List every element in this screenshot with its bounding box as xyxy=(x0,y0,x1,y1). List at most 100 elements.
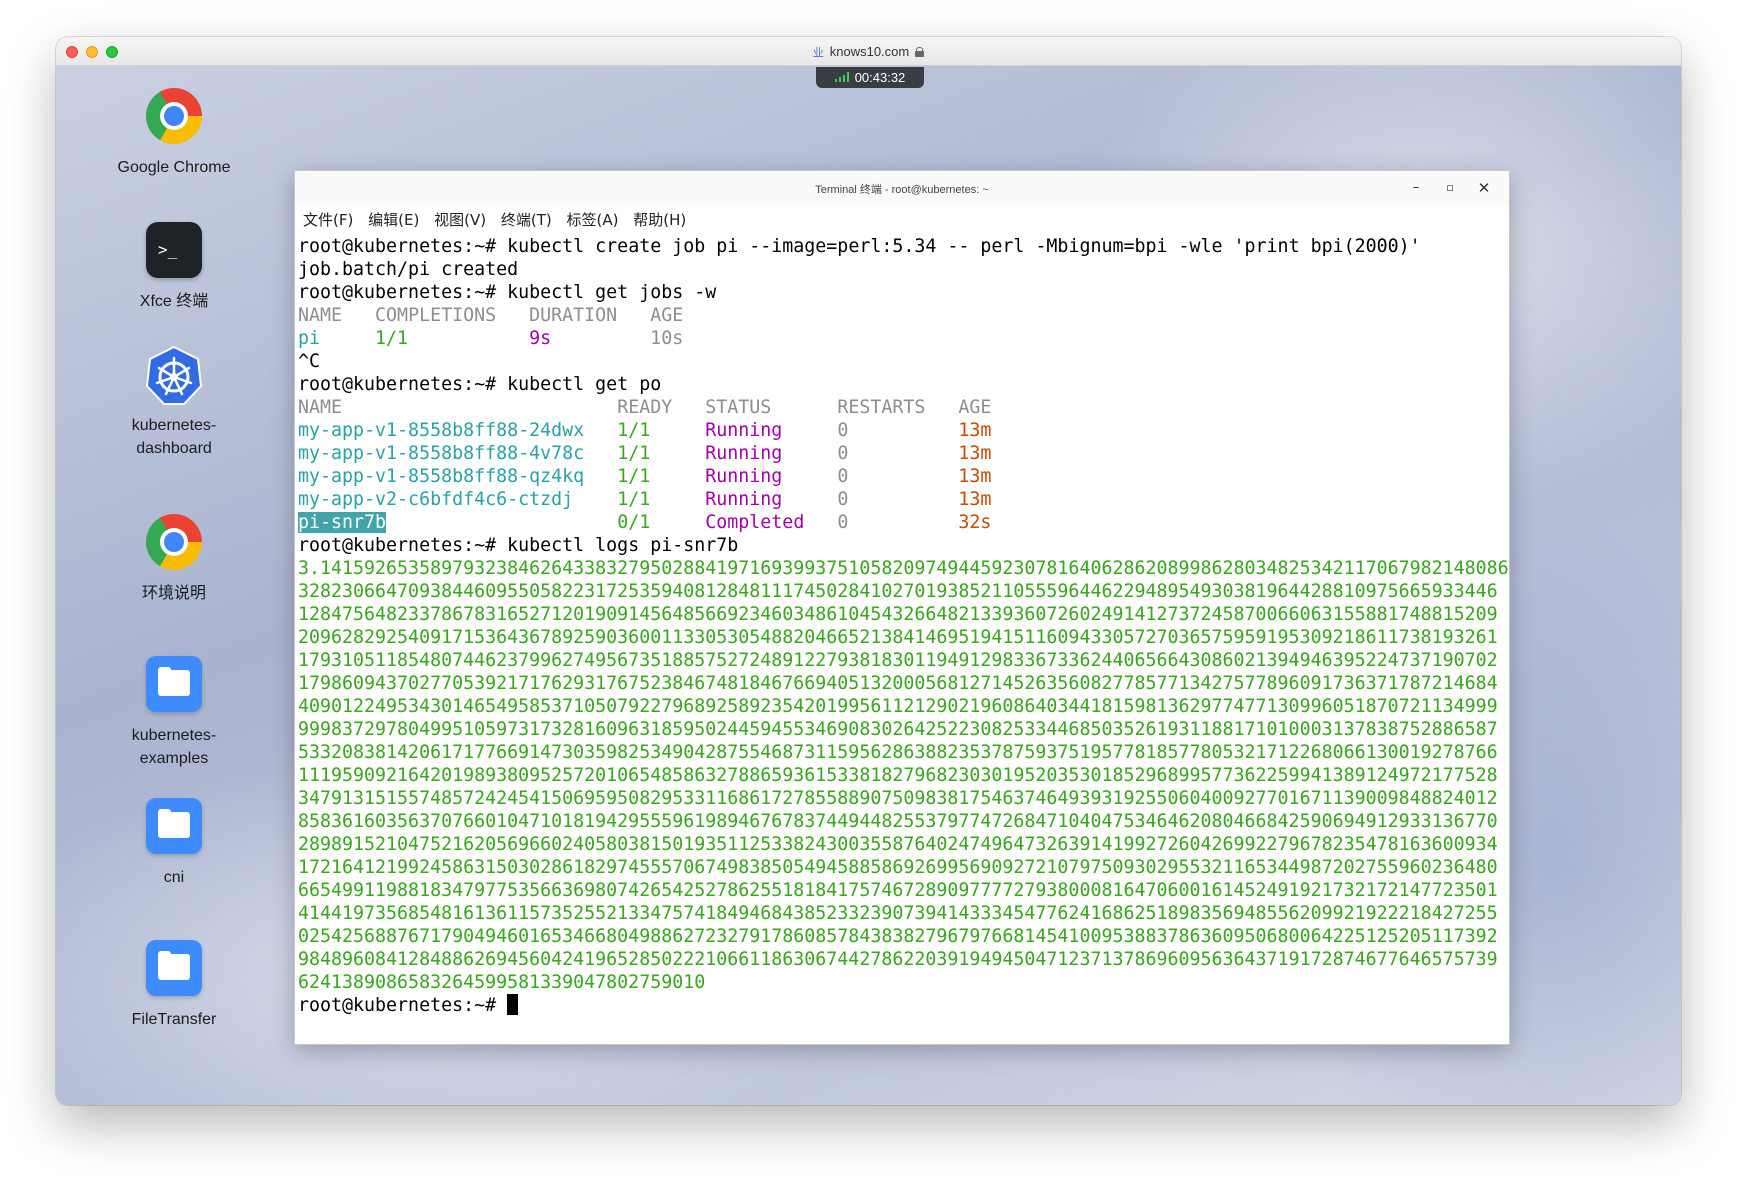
pod-status: Running xyxy=(705,420,838,441)
pods-header: NAME READY STATUS RESTARTS AGE xyxy=(298,396,1508,419)
pod-age: 13m xyxy=(958,489,992,510)
session-time: 00:43:32 xyxy=(854,70,906,85)
jobs-row: pi 1/1 9s 10s xyxy=(298,327,1508,350)
command-line: root@kubernetes:~# kubectl get jobs -w xyxy=(298,281,1508,304)
pi-digits: 1721641219924586315030286182974555706749… xyxy=(298,857,1498,878)
pod-restarts: 0 xyxy=(837,489,959,510)
pod-row: my-app-v1-8558b8ff88-4v78c 1/1 Running 0… xyxy=(298,442,1508,465)
pi-output-line: 2096282925409171536436789259036001133053… xyxy=(298,626,1508,649)
pod-age: 13m xyxy=(958,420,992,441)
pod-name: my-app-v1-8558b8ff88-24dwx xyxy=(298,420,618,441)
pod-row: my-app-v1-8558b8ff88-24dwx 1/1 Running 0… xyxy=(298,419,1508,442)
job-completions: 1/1 xyxy=(375,328,530,349)
pi-output-line: 4144197356854816136115735255213347574184… xyxy=(298,902,1508,925)
menu-file[interactable]: 文件(F) xyxy=(303,211,353,229)
command-text: kubectl logs pi-snr7b xyxy=(507,535,739,556)
column-header: AGE xyxy=(958,397,992,418)
pi-output-line: 3479131515574857242454150695950829533116… xyxy=(298,787,1508,810)
menu-terminal[interactable]: 终端(T) xyxy=(501,211,552,229)
pi-digits: 9848960841284886269456042419652850222106… xyxy=(298,949,1498,970)
pod-status: Completed xyxy=(705,512,838,533)
terminal-menubar: 文件(F) 编辑(E) 视图(V) 终端(T) 标签(A) 帮助(H) xyxy=(295,205,1509,235)
command-line: root@kubernetes:~# kubectl create job pi… xyxy=(298,235,1508,258)
terminal-window[interactable]: Terminal 终端 - root@kubernetes: ~ – ▫ ✕ 文… xyxy=(294,170,1510,1045)
terminal-title: Terminal 终端 - root@kubernetes: ~ xyxy=(815,184,989,196)
pod-ready: 0/1 xyxy=(617,512,706,533)
minimize-icon[interactable]: – xyxy=(1405,177,1427,199)
pi-output-line: 3282306647093844609550582231725359408128… xyxy=(298,580,1508,603)
pi-digits: 9998372978049951059731732816096318595024… xyxy=(298,719,1498,740)
pi-output-line: 1119590921642019893809525720106548586327… xyxy=(298,764,1508,787)
menu-edit[interactable]: 编辑(E) xyxy=(368,211,419,229)
desktop-icon-google-chrome[interactable]: Google Chrome xyxy=(94,88,254,179)
desktop-icon-cni[interactable]: cni xyxy=(94,798,254,889)
pi-output-line: 1721641219924586315030286182974555706749… xyxy=(298,856,1508,879)
prompt: root@kubernetes:~# xyxy=(298,535,508,556)
column-header: COMPLETIONS xyxy=(375,305,530,326)
window-title: 业 knows10.com xyxy=(56,44,1681,60)
terminal-output[interactable]: root@kubernetes:~# kubectl create job pi… xyxy=(298,235,1508,1041)
pi-digits: 1798609437027705392171762931767523846748… xyxy=(298,673,1498,694)
desktop-icon-xfce-terminal[interactable]: >_ Xfce 终端 xyxy=(94,222,254,313)
desktop-icon-label: cni xyxy=(163,869,185,886)
pi-output-line: 6654991198818347977535663698074265425278… xyxy=(298,879,1508,902)
url-label: knows10.com xyxy=(829,44,910,59)
output-line: ^C xyxy=(298,350,1508,373)
pod-age: 13m xyxy=(958,443,992,464)
remote-desktop-window: 业 knows10.com 00:43:32 Google Chrome >_ X… xyxy=(56,37,1681,1105)
pi-output-line: 1798609437027705392171762931767523846748… xyxy=(298,672,1508,695)
command-text: kubectl get po xyxy=(507,374,662,395)
pi-digits: 1119590921642019893809525720106548586327… xyxy=(298,765,1498,786)
pi-output-line: 6241389086583264599581339047802759010 xyxy=(298,971,1508,994)
site-icon: 业 xyxy=(812,47,824,59)
pi-output-line: 8583616035637076601047101819429555961989… xyxy=(298,810,1508,833)
command-line: root@kubernetes:~# xyxy=(298,994,1508,1017)
column-header: DURATION xyxy=(529,305,651,326)
desktop-icon-label: kubernetes- examples xyxy=(131,727,217,767)
desktop-icon-kubernetes-examples[interactable]: kubernetes- examples xyxy=(94,656,254,770)
column-header: STATUS xyxy=(705,397,838,418)
command-text: kubectl get jobs -w xyxy=(507,282,717,303)
pi-digits: 1793105118548074462379962749567351885752… xyxy=(298,650,1498,671)
close-icon[interactable]: ✕ xyxy=(1473,177,1495,199)
lock-icon xyxy=(915,47,925,57)
pi-output-line: 9998372978049951059731732816096318595024… xyxy=(298,718,1508,741)
column-header: READY xyxy=(617,397,706,418)
desktop-icon-kubernetes-dashboard[interactable]: kubernetes- dashboard xyxy=(94,345,254,460)
folder-icon xyxy=(146,656,202,712)
connection-status: 00:43:32 xyxy=(816,67,924,88)
column-header: AGE xyxy=(650,305,684,326)
pod-restarts: 0 xyxy=(837,443,959,464)
command-line: root@kubernetes:~# kubectl logs pi-snr7b xyxy=(298,534,1508,557)
chrome-icon xyxy=(146,514,202,570)
desktop-icon-filetransfer[interactable]: FileTransfer xyxy=(94,940,254,1031)
desktop-icon-environment-notes[interactable]: 环境说明 xyxy=(94,514,254,605)
pi-digits: 4144197356854816136115735255213347574184… xyxy=(298,903,1498,924)
pi-digits: 6654991198818347977535663698074265425278… xyxy=(298,880,1498,901)
pod-restarts: 0 xyxy=(837,420,959,441)
pi-digits: 2096282925409171536436789259036001133053… xyxy=(298,627,1498,648)
desktop-icon-label: kubernetes- dashboard xyxy=(131,417,217,457)
terminal-icon: >_ xyxy=(146,222,202,278)
pod-row: my-app-v2-c6bfdf4c6-ctzdj 1/1 Running 0 … xyxy=(298,488,1508,511)
pi-digits: 2898915210475216205696602405803815019351… xyxy=(298,834,1498,855)
folder-icon xyxy=(146,798,202,854)
command-line: root@kubernetes:~# kubectl get po xyxy=(298,373,1508,396)
pi-digits: 4090122495343014654958537105079227968925… xyxy=(298,696,1498,717)
pod-name: my-app-v1-8558b8ff88-qz4kq xyxy=(298,466,618,487)
pod-age: 13m xyxy=(958,466,992,487)
desktop: 00:43:32 Google Chrome >_ Xfce 终端 kubern… xyxy=(56,66,1681,1105)
menu-tabs[interactable]: 标签(A) xyxy=(567,211,619,229)
pi-digits: 3479131515574857242454150695950829533116… xyxy=(298,788,1498,809)
menu-help[interactable]: 帮助(H) xyxy=(633,211,686,229)
column-header: RESTARTS xyxy=(837,397,959,418)
maximize-icon[interactable]: ▫ xyxy=(1439,177,1461,199)
pod-name: my-app-v1-8558b8ff88-4v78c xyxy=(298,443,618,464)
folder-icon xyxy=(146,940,202,996)
menu-view[interactable]: 视图(V) xyxy=(434,211,486,229)
job-duration: 9s xyxy=(529,328,651,349)
pi-digits: 3.14159265358979323846264338327950288419… xyxy=(298,558,1508,579)
pod-row: my-app-v1-8558b8ff88-qz4kq 1/1 Running 0… xyxy=(298,465,1508,488)
terminal-titlebar[interactable]: Terminal 终端 - root@kubernetes: ~ – ▫ ✕ xyxy=(295,171,1509,205)
output-text: ^C xyxy=(298,351,321,372)
